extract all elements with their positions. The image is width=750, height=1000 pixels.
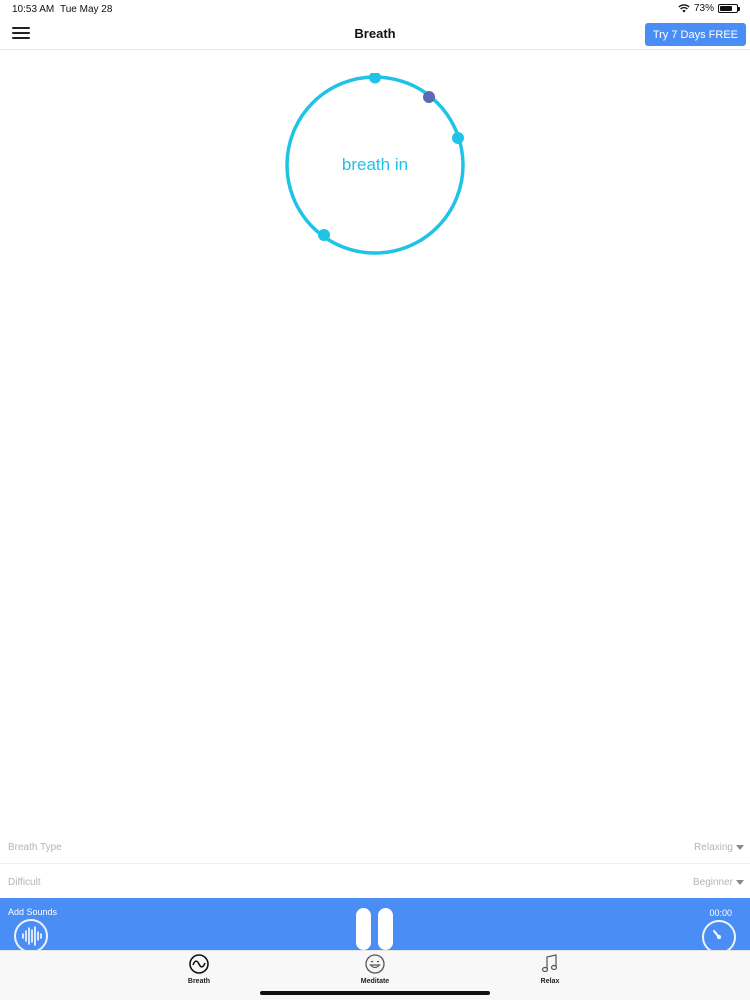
music-note-icon [541,954,558,973]
free-trial-button[interactable]: Try 7 Days FREE [644,23,746,46]
stopwatch-icon [713,930,721,939]
tab-breath[interactable]: Breath [169,953,229,993]
player-bar: Add Sounds 00:00 [0,898,750,954]
caret-down-icon [736,880,744,885]
waveform-icon [22,926,42,946]
status-right-group: 73% [678,3,740,14]
difficulty-select[interactable]: Beginner [693,877,744,888]
tab-relax-label: Relax [540,978,560,985]
tab-meditate[interactable]: Meditate [345,953,405,993]
breath-dot-active [423,91,435,103]
tab-relax[interactable]: Relax [520,953,580,993]
status-date: Tue May 28 [60,4,113,15]
battery-fill [720,6,732,11]
smiley-face-icon [365,954,385,974]
pause-button[interactable] [355,908,395,952]
breath-dot-right [452,132,464,144]
page-title: Breath [354,26,396,41]
tab-meditate-label: Meditate [360,978,390,985]
breath-dot-top [369,73,381,84]
difficulty-row[interactable]: Difficult Beginner [0,865,750,899]
status-time: 10:53 AM [12,4,55,15]
caret-down-icon [736,845,744,850]
wifi-icon [678,4,690,13]
difficulty-label: Difficult [8,877,41,888]
pause-icon-right-bar [378,908,393,950]
add-sounds-button[interactable] [14,919,48,953]
tab-breath-label: Breath [187,978,211,985]
status-bar: 10:53 AM Tue May 28 73% [0,0,750,18]
difficulty-value: Beginner [692,877,733,888]
breath-wave-icon [189,954,209,974]
battery-percent: 73% [693,3,714,14]
timer-readout: 00:00 [709,908,732,918]
breath-instruction: breath in [341,155,409,174]
breath-type-value: Relaxing [694,842,733,853]
battery-icon [718,4,740,13]
nav-bar: Breath Try 7 Days FREE [0,18,750,50]
add-sounds-label: Add Sounds [8,907,58,917]
pause-icon-left-bar [356,908,371,950]
breath-type-label: Breath Type [8,842,62,853]
breath-dot-bottom-left [318,229,330,241]
timer-button[interactable] [702,920,736,954]
breath-type-select[interactable]: Relaxing [694,842,744,853]
breath-type-row[interactable]: Breath Type Relaxing [0,830,750,864]
home-indicator [260,991,490,995]
